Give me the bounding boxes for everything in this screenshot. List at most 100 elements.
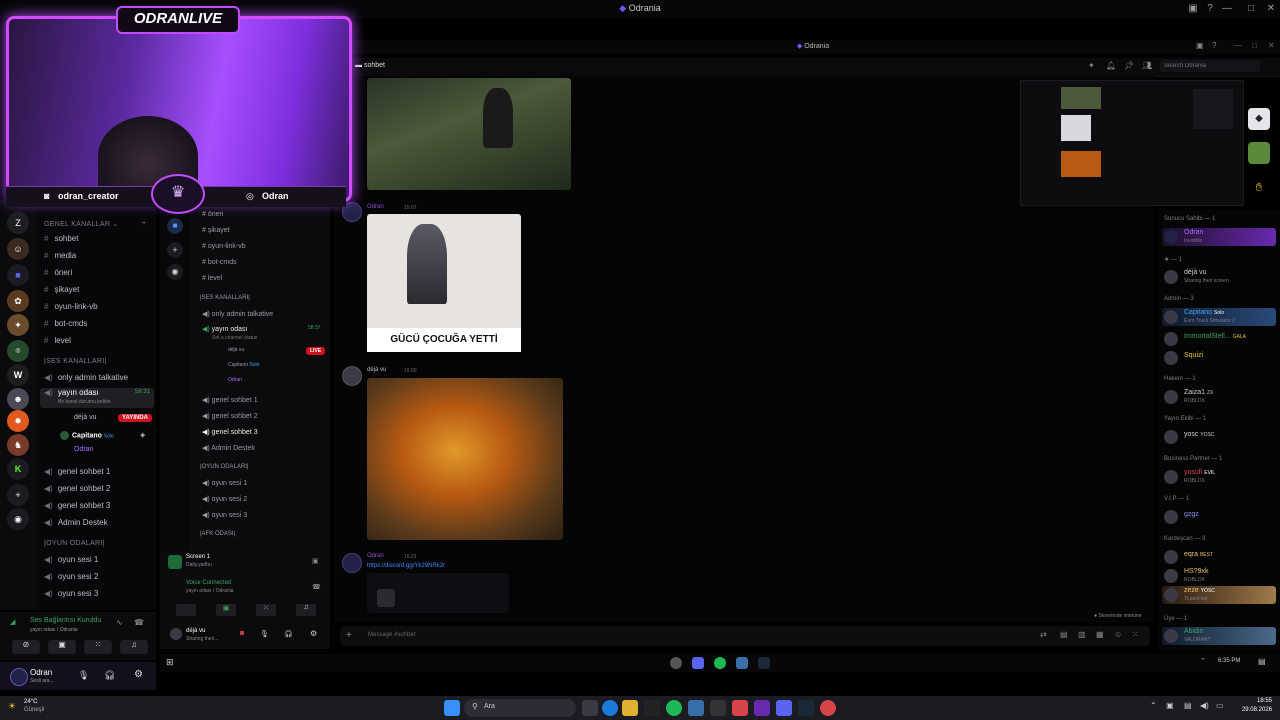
- inner-taskbar-app[interactable]: [692, 657, 704, 669]
- inner-gear-icon[interactable]: ⚙: [310, 629, 317, 638]
- avatar[interactable]: [1164, 351, 1178, 365]
- channel-oyun-link-vb[interactable]: # oyun-link-vb: [44, 302, 98, 311]
- inner-channel-status[interactable]: Set a channel status: [212, 335, 257, 341]
- inner-start-icon[interactable]: ⊞: [166, 657, 174, 668]
- member-name[interactable]: Odran: [1184, 229, 1203, 236]
- message-link[interactable]: https://discord.gg/Yk29NRk2r: [367, 563, 445, 569]
- server-icon-w[interactable]: W: [7, 364, 29, 386]
- inner-participant[interactable]: déjà vu: [228, 347, 244, 353]
- inner-soundboard-button[interactable]: ♫: [296, 604, 316, 616]
- translate-icon[interactable]: ⇄: [1040, 630, 1047, 639]
- hand-icon[interactable]: ✋︎: [1248, 176, 1270, 198]
- stream-preview[interactable]: [1020, 80, 1244, 206]
- gift-icon[interactable]: ▤: [1060, 630, 1068, 639]
- avatar[interactable]: [1164, 332, 1178, 346]
- explore-icon[interactable]: ◉: [7, 508, 29, 530]
- message-input-placeholder[interactable]: Message #sohbet: [368, 632, 415, 638]
- close-icon[interactable]: ✕: [1264, 2, 1278, 16]
- clock-date[interactable]: 29.08.2026: [1228, 707, 1272, 713]
- inner-server-icon[interactable]: ■: [167, 218, 183, 234]
- stop-stream-icon[interactable]: ▣: [312, 557, 319, 565]
- inner-category-afk[interactable]: |AFK ODASI|: [200, 531, 235, 537]
- member-name[interactable]: Zaiza1 ZX: [1184, 389, 1213, 396]
- inner-category-voice[interactable]: |SES KANALLARI|: [200, 295, 250, 301]
- message-image-fire[interactable]: [367, 378, 563, 540]
- inner-participant[interactable]: Odran: [228, 377, 242, 383]
- battery-icon[interactable]: ▭: [1216, 701, 1224, 710]
- edge-icon[interactable]: [602, 700, 618, 716]
- avatar[interactable]: [1164, 550, 1178, 564]
- headphones-icon[interactable]: 🎧︎: [104, 670, 115, 681]
- avatar[interactable]: [1164, 310, 1178, 324]
- settings-app-icon[interactable]: [710, 700, 726, 716]
- avatar[interactable]: [1164, 230, 1178, 244]
- weather-temp[interactable]: 24°C: [24, 699, 37, 705]
- channel-status-text[interactable]: Bir kanal durumu belirle: [58, 399, 111, 405]
- apps-icon[interactable]: ⁙: [1132, 630, 1139, 639]
- member-name[interactable]: Abidin: [1184, 628, 1203, 635]
- minimize-icon[interactable]: —: [1220, 2, 1234, 16]
- inner-voice-general-2[interactable]: ◀) genel sohbet 2: [202, 412, 258, 420]
- category-games[interactable]: |OYUN ODALARI|: [44, 540, 105, 547]
- inner-minimize-icon[interactable]: —: [1234, 41, 1242, 50]
- inner-participant[interactable]: Capitano Solo: [228, 362, 259, 368]
- inner-notification-icon[interactable]: ▤: [1258, 657, 1266, 666]
- sticker-icon[interactable]: ▦: [1096, 630, 1104, 639]
- inner-channel-level[interactable]: # level: [202, 275, 222, 282]
- voice-channel-stream-room[interactable]: ◀) yayın odası 58:31 Bir kanal durumu bel…: [40, 388, 154, 408]
- inner-help-icon[interactable]: ?: [1212, 41, 1216, 50]
- task-view-icon[interactable]: [582, 700, 598, 716]
- voice-participant[interactable]: Capitano Solo: [60, 431, 114, 440]
- message-author[interactable]: Odran: [367, 204, 384, 210]
- obs-icon[interactable]: [754, 700, 770, 716]
- disconnect-icon[interactable]: ☎: [134, 618, 144, 627]
- avatar[interactable]: [1164, 390, 1178, 404]
- inner-microphone-icon[interactable]: 🎙︎: [260, 630, 269, 638]
- message-author[interactable]: Odran: [367, 553, 384, 559]
- inner-taskbar-app[interactable]: [670, 657, 682, 669]
- member-name[interactable]: Capitano Solo: [1184, 309, 1224, 316]
- inner-controller-icon[interactable]: ◙: [240, 630, 244, 637]
- voice-channel-game-2[interactable]: ◀) oyun sesi 2: [44, 572, 98, 581]
- channel-sohbet[interactable]: # sohbet: [44, 234, 78, 243]
- inner-disconnect-icon[interactable]: ☎: [312, 583, 321, 591]
- voice-channel-game-1[interactable]: ◀) oyun sesi 1: [44, 555, 98, 564]
- voice-channel-admin-support[interactable]: ◀) Admin Destek: [44, 518, 108, 527]
- add-server-icon[interactable]: +: [7, 484, 29, 506]
- voice-participant[interactable]: Odran: [74, 446, 93, 453]
- inner-add-server-icon[interactable]: +: [167, 242, 183, 258]
- inner-category-games[interactable]: |OYUN ODALARI|: [200, 464, 248, 470]
- inner-voice-location[interactable]: yayın odası / Odrania: [186, 588, 234, 594]
- inner-channel-sikayet[interactable]: # şikayet: [202, 227, 230, 234]
- member-name[interactable]: HS?9xk: [1184, 568, 1209, 575]
- avatar[interactable]: [1164, 470, 1178, 484]
- microphone-icon[interactable]: 🎙︎: [78, 670, 89, 681]
- camera-off-icon[interactable]: ⊘: [12, 640, 40, 654]
- member-name[interactable]: déjà vu: [1184, 269, 1207, 276]
- network-icon[interactable]: ▤: [1184, 701, 1192, 710]
- activities-icon[interactable]: ⁙: [84, 640, 112, 654]
- member-name[interactable]: yosufi EVIL: [1184, 469, 1215, 476]
- inner-maximize-icon[interactable]: □: [1252, 41, 1257, 50]
- server-icon-k[interactable]: K: [7, 458, 29, 480]
- server-icon-1[interactable]: Z: [7, 212, 29, 234]
- avatar[interactable]: [1164, 510, 1178, 524]
- member-name[interactable]: ImmortalStell... GALA: [1184, 333, 1246, 340]
- avatar[interactable]: [1164, 569, 1178, 583]
- pin-icon[interactable]: 📌︎: [1124, 61, 1134, 70]
- inner-voice-game-1[interactable]: ◀) oyun sesi 1: [202, 479, 247, 487]
- message-image-jungle[interactable]: [367, 78, 571, 190]
- spotify-icon[interactable]: [666, 700, 682, 716]
- inner-channel-bot-cmds[interactable]: # bot-cmds: [202, 259, 237, 266]
- voice-channel-game-3[interactable]: ◀) oyun sesi 3: [44, 589, 98, 598]
- category-voice[interactable]: |SES KANALLARI|: [44, 358, 107, 365]
- avatar[interactable]: [1164, 430, 1178, 444]
- channel-oneri[interactable]: # öneri: [44, 268, 72, 277]
- message-image-meme[interactable]: GÜCÜ ÇOCUĞA YETTİ: [367, 214, 521, 352]
- avatar[interactable]: [1164, 588, 1178, 602]
- noise-suppression-icon[interactable]: ∿: [116, 618, 123, 627]
- tray-app-icon[interactable]: ▣: [1166, 701, 1174, 710]
- gear-icon[interactable]: ⚙: [134, 669, 143, 680]
- inner-taskbar-app[interactable]: [714, 657, 726, 669]
- weather-desc[interactable]: Güneşli: [24, 707, 44, 713]
